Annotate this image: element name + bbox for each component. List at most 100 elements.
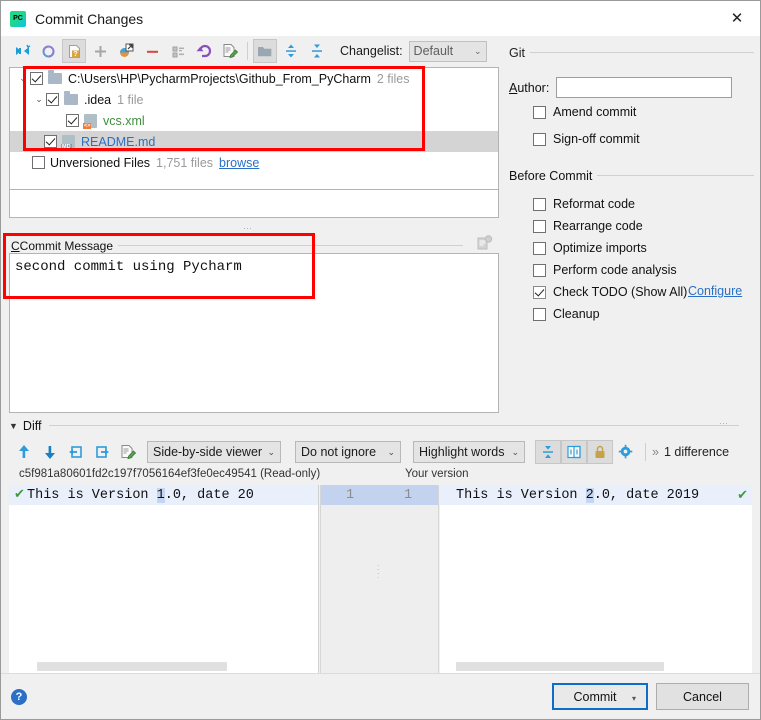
tree-row-checkbox[interactable]	[66, 114, 79, 127]
next-difference-icon[interactable]	[37, 440, 63, 464]
check-todo-checkbox[interactable]: Check TODO (Show All)	[533, 285, 687, 299]
author-row: Author:	[509, 77, 757, 98]
unknown-file-status-icon[interactable]: ?	[62, 39, 86, 63]
tree-row-unversioned-files[interactable]: Unversioned Files 1,751 files browse	[10, 152, 498, 173]
optimize-imports-checkbox[interactable]: Optimize imports	[533, 241, 647, 255]
splitter-handle-top[interactable]: ⋯	[243, 223, 253, 234]
changes-toolbar: ? Changelist: Default ⌄	[1, 36, 760, 66]
viewer-mode-combobox[interactable]: Side-by-side viewer ⌄	[147, 441, 281, 463]
changelist-combobox[interactable]: Default ⌄	[408, 40, 487, 62]
perform-code-analysis-checkbox[interactable]: Perform code analysis	[533, 263, 677, 277]
tree-panel-filler	[9, 190, 499, 218]
title-bar: Commit Changes	[1, 1, 760, 36]
viewer-mode-value: Side-by-side viewer	[153, 445, 263, 459]
tree-row-project-root[interactable]: ⌄ C:\Users\HP\PycharmProjects\Github_Fro…	[10, 68, 498, 89]
checkbox-box	[533, 307, 546, 321]
signoff-commit-checkbox[interactable]: Sign-off commit	[533, 132, 640, 146]
chevron-down-icon: ⌄	[511, 446, 519, 457]
diff-line-numbers: 1 1	[321, 485, 438, 505]
expand-chevron-icon[interactable]: ⌄	[16, 73, 30, 84]
checkbox-box	[533, 263, 546, 277]
group-by-icon[interactable]	[166, 39, 190, 63]
commit-message-history-icon[interactable]	[477, 235, 493, 251]
highlight-mode-combobox[interactable]: Highlight words ⌄	[413, 441, 525, 463]
delete-icon[interactable]	[140, 39, 164, 63]
diff-toolbar-separator	[645, 443, 646, 461]
diff-pane-gutter: 1 1 :::	[320, 485, 439, 675]
expand-chevron-icon[interactable]: ⌄	[32, 94, 46, 105]
tree-row-readme-md[interactable]: MD README.md	[10, 131, 498, 152]
expand-all-icon[interactable]	[279, 39, 303, 63]
diff-section-header[interactable]: ▼ Diff	[9, 419, 47, 433]
changelist-icon[interactable]	[253, 39, 277, 63]
unversioned-files-label: Unversioned Files	[50, 155, 151, 170]
diff-gutter-dots: :::	[377, 562, 380, 580]
collapse-unchanged-icon[interactable]	[535, 440, 561, 464]
synchronize-scrolling-icon[interactable]	[561, 440, 587, 464]
tree-row-vcs-xml[interactable]: <> vcs.xml	[10, 110, 498, 131]
splitter-handle-diff[interactable]: ⋯	[719, 418, 729, 429]
checkbox-box	[533, 197, 546, 211]
amend-commit-checkbox[interactable]: Amend commit	[533, 105, 636, 119]
author-field[interactable]	[556, 77, 733, 98]
changed-files-tree[interactable]: ⌄ C:\Users\HP\PycharmProjects\Github_Fro…	[9, 67, 499, 190]
chevron-down-icon[interactable]: ▼	[9, 421, 18, 431]
cleanup-checkbox[interactable]: Cleanup	[533, 307, 600, 321]
apply-left-icon[interactable]	[63, 440, 89, 464]
configure-link[interactable]: Configure	[688, 284, 742, 298]
double-chevron-icon[interactable]: »	[652, 445, 659, 459]
ignore-mode-combobox[interactable]: Do not ignore ⌄	[295, 441, 401, 463]
cancel-button[interactable]: Cancel	[656, 683, 749, 710]
apply-right-icon[interactable]	[89, 440, 115, 464]
close-icon[interactable]: ✕	[714, 1, 760, 35]
help-icon[interactable]: ?	[11, 689, 27, 705]
tree-row-checkbox[interactable]	[46, 93, 59, 106]
pycharm-icon	[10, 10, 26, 27]
tree-row-idea-folder[interactable]: ⌄ .idea 1 file	[10, 89, 498, 110]
diff-right-line-number: 1	[403, 487, 413, 503]
difference-count: » 1 difference	[652, 445, 729, 459]
tree-row-label: .idea	[84, 92, 112, 107]
refresh-icon[interactable]	[36, 39, 60, 63]
browse-link[interactable]: browse	[219, 156, 259, 170]
reformat-code-checkbox[interactable]: Reformat code	[533, 197, 635, 211]
commit-button[interactable]: Commit ▾	[552, 683, 648, 710]
collapse-all-icon[interactable]	[305, 39, 329, 63]
tree-row-checkbox[interactable]	[44, 135, 57, 148]
signoff-commit-label: Sign-off commit	[553, 132, 640, 146]
move-to-changelist-icon[interactable]	[114, 39, 138, 63]
previous-difference-icon[interactable]	[11, 440, 37, 464]
settings-gear-icon[interactable]	[613, 440, 639, 464]
perform-code-analysis-label: Perform code analysis	[553, 263, 677, 277]
add-icon[interactable]	[88, 39, 112, 63]
rearrange-code-checkbox[interactable]: Rearrange code	[533, 219, 643, 233]
diff-left-hscrollbar[interactable]	[37, 662, 227, 671]
toolbar-separator	[247, 42, 248, 60]
checkbox-box	[533, 132, 546, 146]
show-diff-icon[interactable]	[10, 39, 34, 63]
edit-source-icon[interactable]	[218, 39, 242, 63]
revert-icon[interactable]	[192, 39, 216, 63]
diff-pane-right[interactable]: This is Version 2.0, date 2019 ✔	[440, 485, 752, 675]
lock-icon[interactable]	[587, 440, 613, 464]
commit-changes-dialog: Commit Changes ✕ ?	[0, 0, 761, 720]
unversioned-files-count: 1,751 files	[156, 155, 214, 170]
edit-source-icon[interactable]	[115, 440, 141, 464]
svg-text:?: ?	[73, 51, 77, 58]
folder-icon	[64, 91, 78, 105]
before-commit-divider	[595, 175, 754, 176]
tree-row-checkbox[interactable]	[30, 72, 43, 85]
diff-viewer: ✔ This is Version 1.0, date 20 1 1 ::: T…	[1, 485, 760, 675]
diff-change-marker-right-icon: ✔	[737, 487, 748, 502]
tree-row-checkbox[interactable]	[32, 156, 45, 169]
checkbox-box	[533, 241, 546, 255]
diff-pane-left[interactable]: ✔ This is Version 1.0, date 20	[9, 485, 319, 675]
diff-right-hscrollbar[interactable]	[456, 662, 664, 671]
commit-message-input[interactable]	[9, 253, 499, 413]
cancel-button-label: Cancel	[683, 689, 722, 704]
tree-row-count: 2 files	[376, 71, 410, 86]
chevron-down-icon: ▾	[631, 694, 636, 703]
optimize-imports-label: Optimize imports	[553, 241, 647, 255]
diff-change-marker-icon: ✔	[14, 486, 25, 501]
folder-icon	[48, 70, 62, 84]
